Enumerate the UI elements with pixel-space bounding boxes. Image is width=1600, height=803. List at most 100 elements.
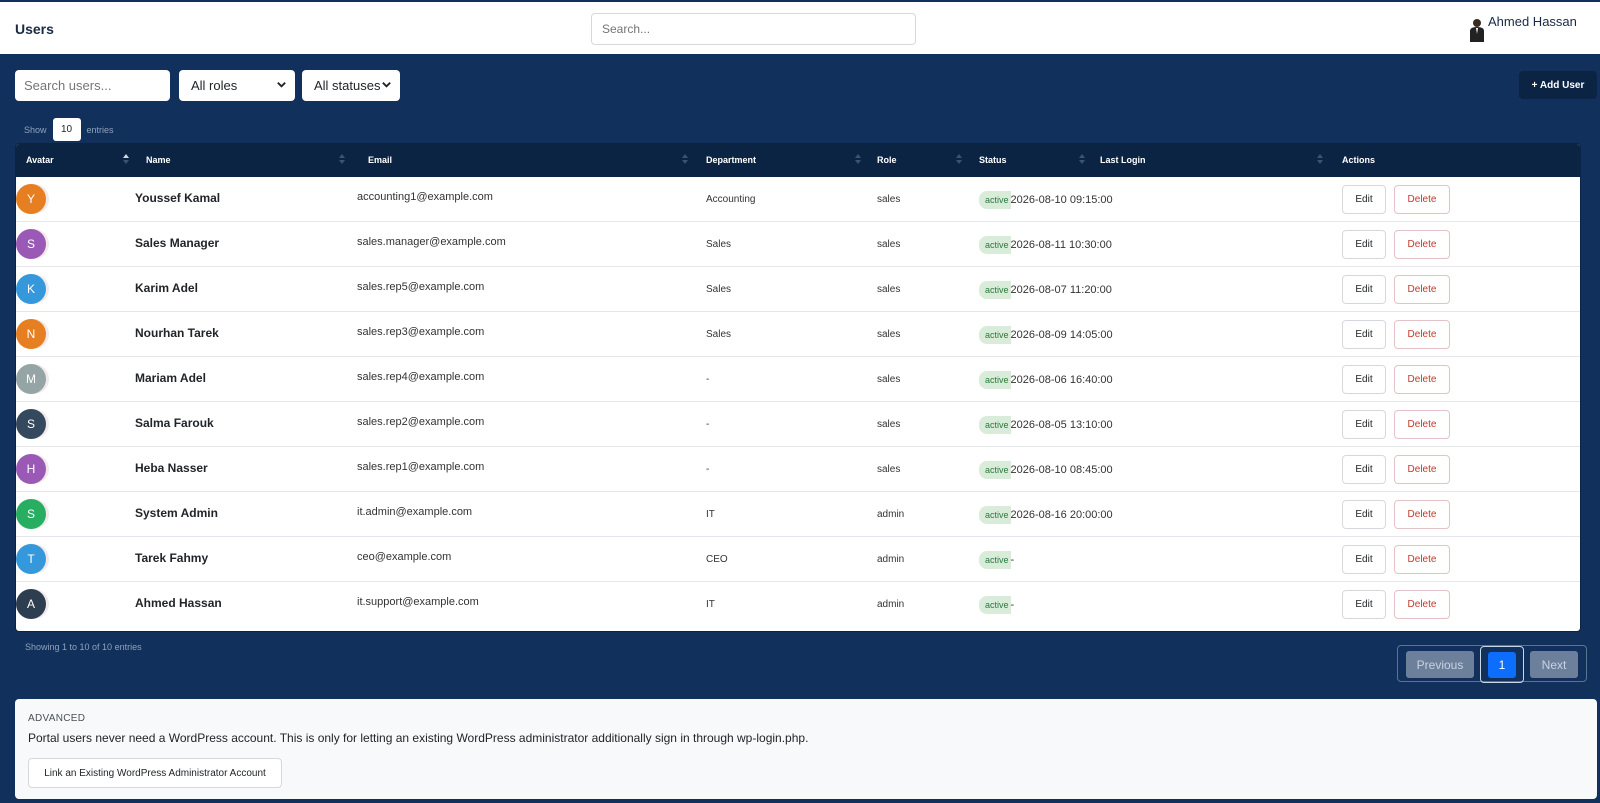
status-filter-value: All statuses <box>314 78 381 93</box>
delete-button[interactable]: Delete <box>1394 185 1450 214</box>
role-cell: sales <box>877 419 901 430</box>
email-cell: it.support@example.com <box>357 596 479 608</box>
edit-button[interactable]: Edit <box>1342 275 1386 304</box>
status-cell: active 2026-08-11 10:30:00 <box>979 236 1112 254</box>
sort-icon <box>1317 154 1323 164</box>
user-menu[interactable]: Ahmed Hassan <box>1468 14 1596 44</box>
department-cell: IT <box>706 509 715 520</box>
avatar: K <box>16 274 46 304</box>
sort-icon <box>339 154 345 164</box>
table-info: Showing 1 to 10 of 10 entries <box>25 642 142 652</box>
avatar: A <box>16 589 46 619</box>
status-badge: active <box>979 371 1011 389</box>
email-cell: sales.rep1@example.com <box>357 461 485 473</box>
last-login-cell: 2026-08-11 10:30:00 <box>1010 239 1112 251</box>
role-cell: admin <box>877 509 905 520</box>
status-badge: active <box>979 461 1011 479</box>
email-cell: sales.rep4@example.com <box>357 371 485 383</box>
role-cell: sales <box>877 374 901 385</box>
user-name-cell: Heba Nasser <box>135 461 208 475</box>
edit-button[interactable]: Edit <box>1342 365 1386 394</box>
email-cell: sales.manager@example.com <box>357 236 506 248</box>
sort-icon <box>1079 154 1085 164</box>
page-1-button[interactable]: 1 <box>1488 652 1516 678</box>
add-user-button[interactable]: + Add User <box>1519 71 1597 99</box>
edit-button[interactable]: Edit <box>1342 500 1386 529</box>
link-wp-admin-button[interactable]: Link an Existing WordPress Administrator… <box>28 758 282 788</box>
user-search-input[interactable] <box>15 70 170 101</box>
avatar: Y <box>16 184 46 214</box>
edit-button[interactable]: Edit <box>1342 545 1386 574</box>
last-login-cell: 2026-08-06 16:40:00 <box>1010 374 1113 386</box>
role-cell: admin <box>877 599 905 610</box>
status-cell: active - <box>979 551 1014 569</box>
edit-button[interactable]: Edit <box>1342 410 1386 439</box>
status-cell: active 2026-08-09 14:05:00 <box>979 326 1113 344</box>
column-header-department[interactable]: Department <box>706 155 756 165</box>
column-header-actions: Actions <box>1342 155 1376 165</box>
edit-button[interactable]: Edit <box>1342 320 1386 349</box>
user-name-cell: Mariam Adel <box>135 371 206 385</box>
role-filter-select[interactable]: All roles <box>179 70 295 101</box>
users-table: Avatar Name Email Department Role Status… <box>15 143 1581 632</box>
global-search-input[interactable] <box>591 13 916 45</box>
next-page-button[interactable]: Next <box>1530 651 1578 678</box>
edit-button[interactable]: Edit <box>1342 230 1386 259</box>
delete-button[interactable]: Delete <box>1394 500 1450 529</box>
delete-button[interactable]: Delete <box>1394 320 1450 349</box>
table-row: S Salma Farouk sales.rep2@example.com - … <box>16 402 1580 447</box>
table-row: H Heba Nasser sales.rep1@example.com - s… <box>16 447 1580 492</box>
avatar: S <box>16 229 46 259</box>
avatar: H <box>16 454 46 484</box>
table-row: S System Admin it.admin@example.com IT a… <box>16 492 1580 537</box>
status-badge: active <box>979 551 1011 569</box>
status-filter-select[interactable]: All statuses <box>302 70 400 101</box>
delete-button[interactable]: Delete <box>1394 230 1450 259</box>
column-header-avatar[interactable]: Avatar <box>26 155 54 165</box>
column-header-status[interactable]: Status <box>979 155 1007 165</box>
status-cell: active 2026-08-10 08:45:00 <box>979 461 1113 479</box>
delete-button[interactable]: Delete <box>1394 455 1450 484</box>
column-header-name[interactable]: Name <box>146 155 171 165</box>
table-row: A Ahmed Hassan it.support@example.com IT… <box>16 582 1580 627</box>
edit-button[interactable]: Edit <box>1342 455 1386 484</box>
email-cell: sales.rep3@example.com <box>357 326 485 338</box>
column-header-email[interactable]: Email <box>368 155 392 165</box>
delete-button[interactable]: Delete <box>1394 410 1450 439</box>
column-header-last-login[interactable]: Last Login <box>1100 155 1146 165</box>
avatar: S <box>16 499 46 529</box>
avatar: N <box>16 319 46 349</box>
last-login-cell: 2026-08-07 11:20:00 <box>1010 284 1112 296</box>
status-cell: active 2026-08-16 20:00:00 <box>979 506 1113 524</box>
delete-button[interactable]: Delete <box>1394 545 1450 574</box>
edit-button[interactable]: Edit <box>1342 185 1386 214</box>
sort-icon <box>956 154 962 164</box>
role-cell: sales <box>877 464 901 475</box>
delete-button[interactable]: Delete <box>1394 590 1450 619</box>
user-name-cell: Nourhan Tarek <box>135 326 219 340</box>
avatar: S <box>16 409 46 439</box>
table-row: K Karim Adel sales.rep5@example.com Sale… <box>16 267 1580 312</box>
advanced-panel: ADVANCED Portal users never need a WordP… <box>15 699 1597 799</box>
table-row: T Tarek Fahmy ceo@example.com CEO admin … <box>16 537 1580 582</box>
last-login-cell: - <box>1010 554 1015 566</box>
page-1-wrapper: 1 <box>1480 646 1524 683</box>
status-badge: active <box>979 191 1011 209</box>
role-cell: sales <box>877 284 901 295</box>
role-cell: sales <box>877 239 901 250</box>
delete-button[interactable]: Delete <box>1394 365 1450 394</box>
table-row: M Mariam Adel sales.rep4@example.com - s… <box>16 357 1580 402</box>
entries-select[interactable]: 10 <box>52 118 81 141</box>
user-name-cell: System Admin <box>135 506 218 520</box>
role-filter-value: All roles <box>191 78 238 93</box>
role-cell: admin <box>877 554 905 565</box>
department-cell: Sales <box>706 329 732 340</box>
last-login-cell: 2026-08-10 08:45:00 <box>1010 464 1113 476</box>
delete-button[interactable]: Delete <box>1394 275 1450 304</box>
previous-page-button[interactable]: Previous <box>1406 651 1474 678</box>
status-badge: active <box>979 506 1011 524</box>
department-cell: - <box>706 419 710 430</box>
column-header-role[interactable]: Role <box>877 155 897 165</box>
email-cell: sales.rep2@example.com <box>357 416 485 428</box>
edit-button[interactable]: Edit <box>1342 590 1386 619</box>
